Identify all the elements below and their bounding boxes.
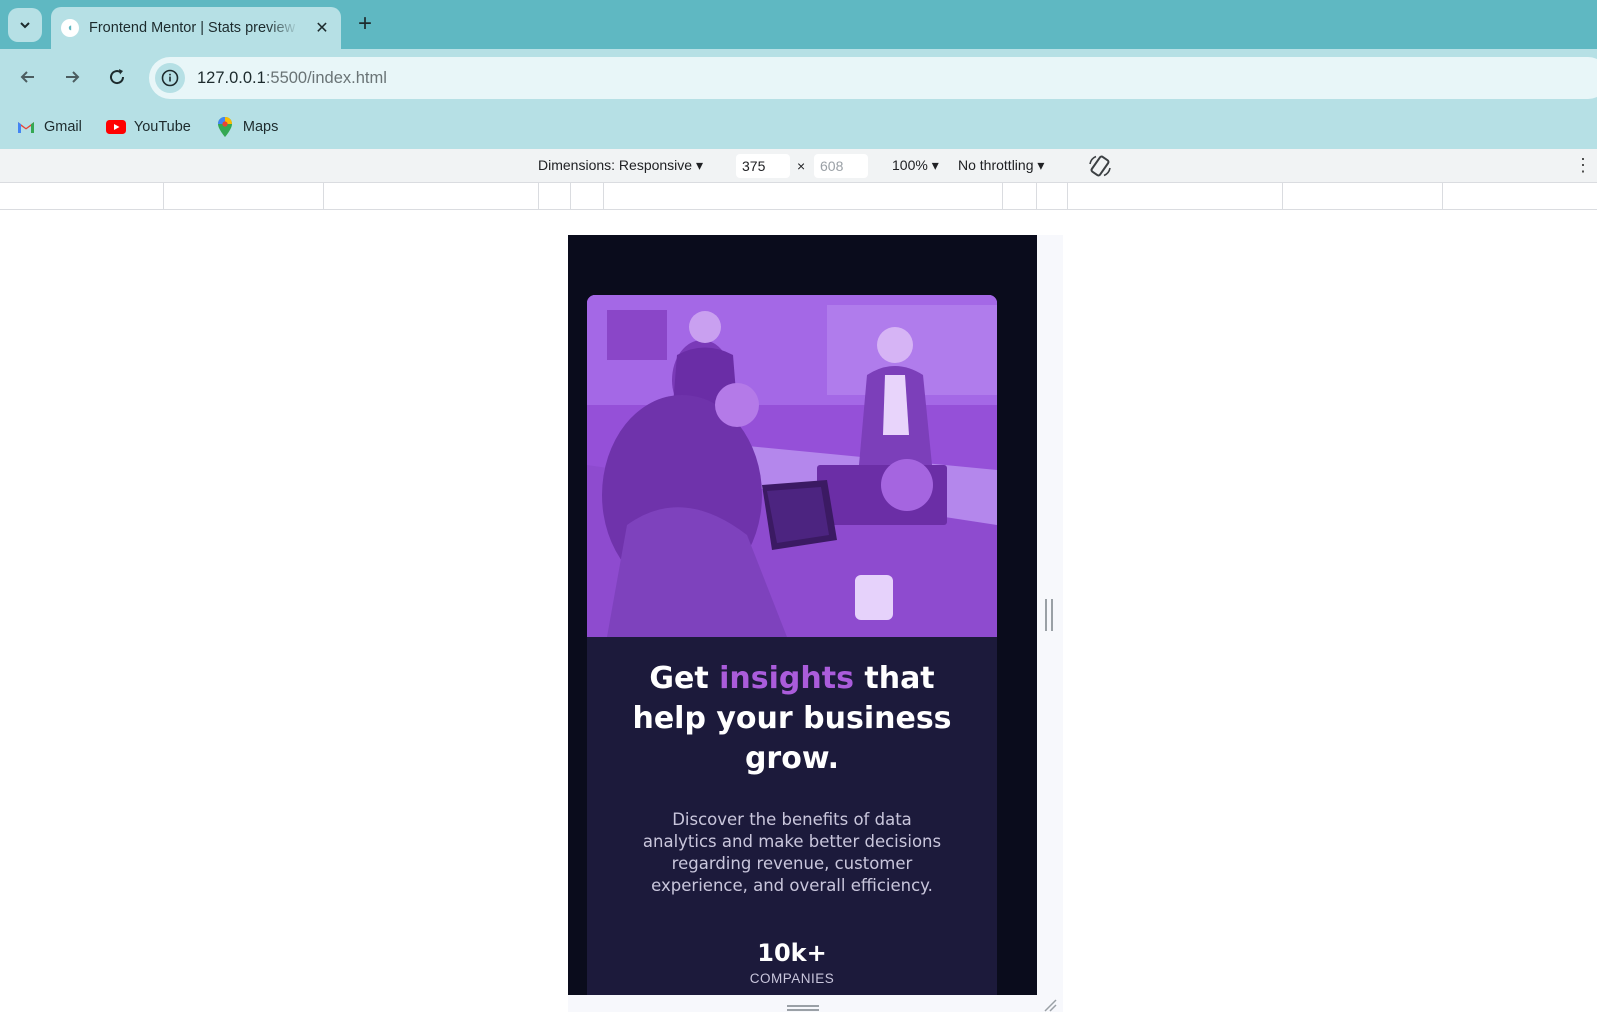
frontend-mentor-favicon-icon: ◖ xyxy=(61,19,79,37)
new-tab-button[interactable]: + xyxy=(352,12,378,38)
ruler-mark xyxy=(1036,183,1037,210)
gmail-icon xyxy=(16,119,36,135)
stats-preview-card: Get insights that help your business gro… xyxy=(587,295,997,995)
throttling-label: No throttling xyxy=(958,157,1034,173)
zoom-dropdown[interactable]: 100% ▾ xyxy=(892,157,939,174)
card-description: Discover the benefits of data analytics … xyxy=(642,810,942,895)
hero-image xyxy=(587,295,997,637)
tab-strip: ◖ Frontend Mentor | Stats preview card c… xyxy=(0,0,1597,49)
browser-toolbar: 127.0.0.1:5500/index.html xyxy=(0,49,1597,105)
tab-search-button[interactable] xyxy=(8,8,42,42)
ruler-mark xyxy=(603,183,604,210)
more-options-icon[interactable]: ⋮ xyxy=(1574,155,1592,176)
chevron-down-icon xyxy=(20,22,30,29)
ruler-mark xyxy=(1282,183,1283,210)
viewport-resize-handle-right[interactable] xyxy=(1045,599,1053,631)
bookmark-label: Maps xyxy=(242,119,279,135)
zoom-label: 100% xyxy=(892,157,928,173)
forward-button[interactable] xyxy=(58,63,86,91)
bookmark-youtube[interactable]: YouTube xyxy=(105,119,191,135)
dropdown-arrow-icon: ▾ xyxy=(695,157,703,173)
close-tab-icon[interactable]: ✕ xyxy=(313,18,331,38)
title-start: Get xyxy=(649,661,720,696)
url-path: :5500/index.html xyxy=(265,68,387,87)
dropdown-arrow-icon: ▾ xyxy=(931,157,939,173)
maps-icon xyxy=(215,117,235,137)
rotate-icon[interactable] xyxy=(1087,153,1113,179)
width-input[interactable]: 375 xyxy=(736,154,790,178)
bookmarks-bar: Gmail YouTube Maps xyxy=(0,105,1597,149)
bookmark-maps[interactable]: Maps xyxy=(215,117,279,137)
tab-title: Frontend Mentor | Stats preview card com… xyxy=(89,20,299,36)
dropdown-arrow-icon: ▾ xyxy=(1037,157,1045,173)
device-toolbar: Dimensions: Responsive ▾ 375 × 608 100% … xyxy=(0,149,1597,183)
office-photo-illustration xyxy=(587,295,997,637)
ruler-mark xyxy=(538,183,539,210)
height-input[interactable]: 608 xyxy=(814,154,868,178)
youtube-icon xyxy=(105,119,126,135)
arrow-right-icon xyxy=(66,71,80,83)
bookmark-gmail[interactable]: Gmail xyxy=(16,119,82,135)
reload-icon xyxy=(110,69,125,85)
back-button[interactable] xyxy=(14,63,42,91)
card-title: Get insights that help your business gro… xyxy=(587,659,997,779)
url-text: 127.0.0.1:5500/index.html xyxy=(197,69,387,88)
media-query-ruler xyxy=(0,183,1597,210)
viewport-resize-handle-bottom[interactable] xyxy=(787,1005,819,1011)
throttling-dropdown[interactable]: No throttling ▾ xyxy=(958,157,1044,174)
viewport-resize-corner-icon[interactable] xyxy=(1043,998,1057,1012)
dimensions-label: Dimensions: Responsive xyxy=(538,157,693,173)
ruler-mark xyxy=(1067,183,1068,210)
reload-button[interactable] xyxy=(103,63,131,91)
stat-label: COMPANIES xyxy=(749,971,835,986)
ruler-mark xyxy=(323,183,324,210)
address-bar[interactable]: 127.0.0.1:5500/index.html xyxy=(149,57,1597,99)
site-info-button[interactable] xyxy=(155,63,185,93)
info-icon xyxy=(161,69,179,87)
active-tab[interactable]: ◖ Frontend Mentor | Stats preview card c… xyxy=(51,7,341,49)
stat-value: 10k+ xyxy=(757,939,827,967)
ruler-mark xyxy=(1002,183,1003,210)
arrow-left-icon xyxy=(20,71,34,83)
url-host: 127.0.0.1 xyxy=(197,68,266,87)
bookmark-label: YouTube xyxy=(133,119,191,135)
dimension-separator: × xyxy=(797,158,806,174)
ruler-mark xyxy=(163,183,164,210)
bookmark-label: Gmail xyxy=(44,119,82,135)
ruler-mark xyxy=(570,183,571,210)
ruler-mark xyxy=(1442,183,1443,210)
title-accent: insights xyxy=(719,661,854,696)
emulated-page: Get insights that help your business gro… xyxy=(568,235,1037,995)
dimensions-dropdown[interactable]: Dimensions: Responsive ▾ xyxy=(538,157,703,174)
